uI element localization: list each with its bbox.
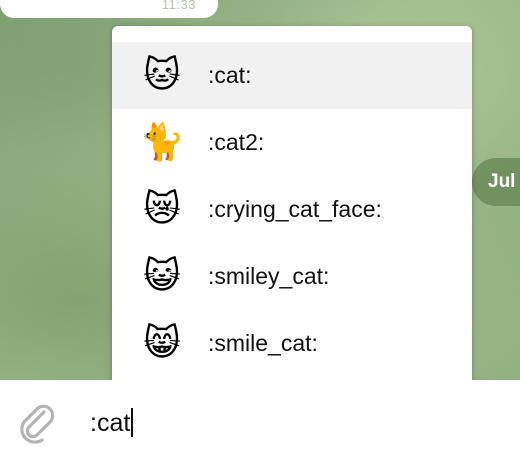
date-pill: Jul xyxy=(472,158,520,206)
date-pill-label: Jul xyxy=(488,171,516,192)
message-composer: :cat xyxy=(0,380,520,462)
cat-face-icon: 🐱 xyxy=(143,54,181,96)
emoji-suggestion-item[interactable]: 😺 :smiley_cat: xyxy=(112,243,472,310)
emoji-shortcode: :crying_cat_face: xyxy=(208,196,382,222)
emoji-suggestion-item[interactable]: 🐱 :cat: xyxy=(112,42,472,109)
smile-cat-icon: 😸 xyxy=(143,322,181,364)
emoji-shortcode: :smiley_cat: xyxy=(208,263,330,289)
emoji-suggestion-item[interactable]: 😸 :smile_cat: xyxy=(112,310,472,377)
emoji-suggestion-dropdown: 🐱 :cat: 🐈 :cat2: 😿 :crying_cat_face: 😺 :… xyxy=(112,26,472,388)
emoji-shortcode: :cat: xyxy=(208,62,252,88)
emoji-suggestion-item[interactable]: 😿 :crying_cat_face: xyxy=(112,176,472,243)
text-caret xyxy=(131,408,134,437)
emoji-shortcode: :smile_cat: xyxy=(208,330,318,356)
emoji-suggestion-list: 🐱 :cat: 🐈 :cat2: 😿 :crying_cat_face: 😺 :… xyxy=(112,42,472,377)
previous-message-bubble: 11:33 xyxy=(0,0,218,18)
message-input-value: :cat xyxy=(90,409,131,437)
smiley-cat-icon: 😺 xyxy=(143,255,181,297)
message-time: 11:33 xyxy=(161,0,196,12)
emoji-shortcode: :cat2: xyxy=(208,129,265,155)
crying-cat-face-icon: 😿 xyxy=(143,188,181,230)
message-input[interactable]: :cat xyxy=(90,408,134,438)
cat-icon: 🐈 xyxy=(139,121,185,163)
emoji-suggestion-item[interactable]: 🐈 :cat2: xyxy=(112,109,472,176)
paperclip-icon[interactable] xyxy=(14,400,60,446)
